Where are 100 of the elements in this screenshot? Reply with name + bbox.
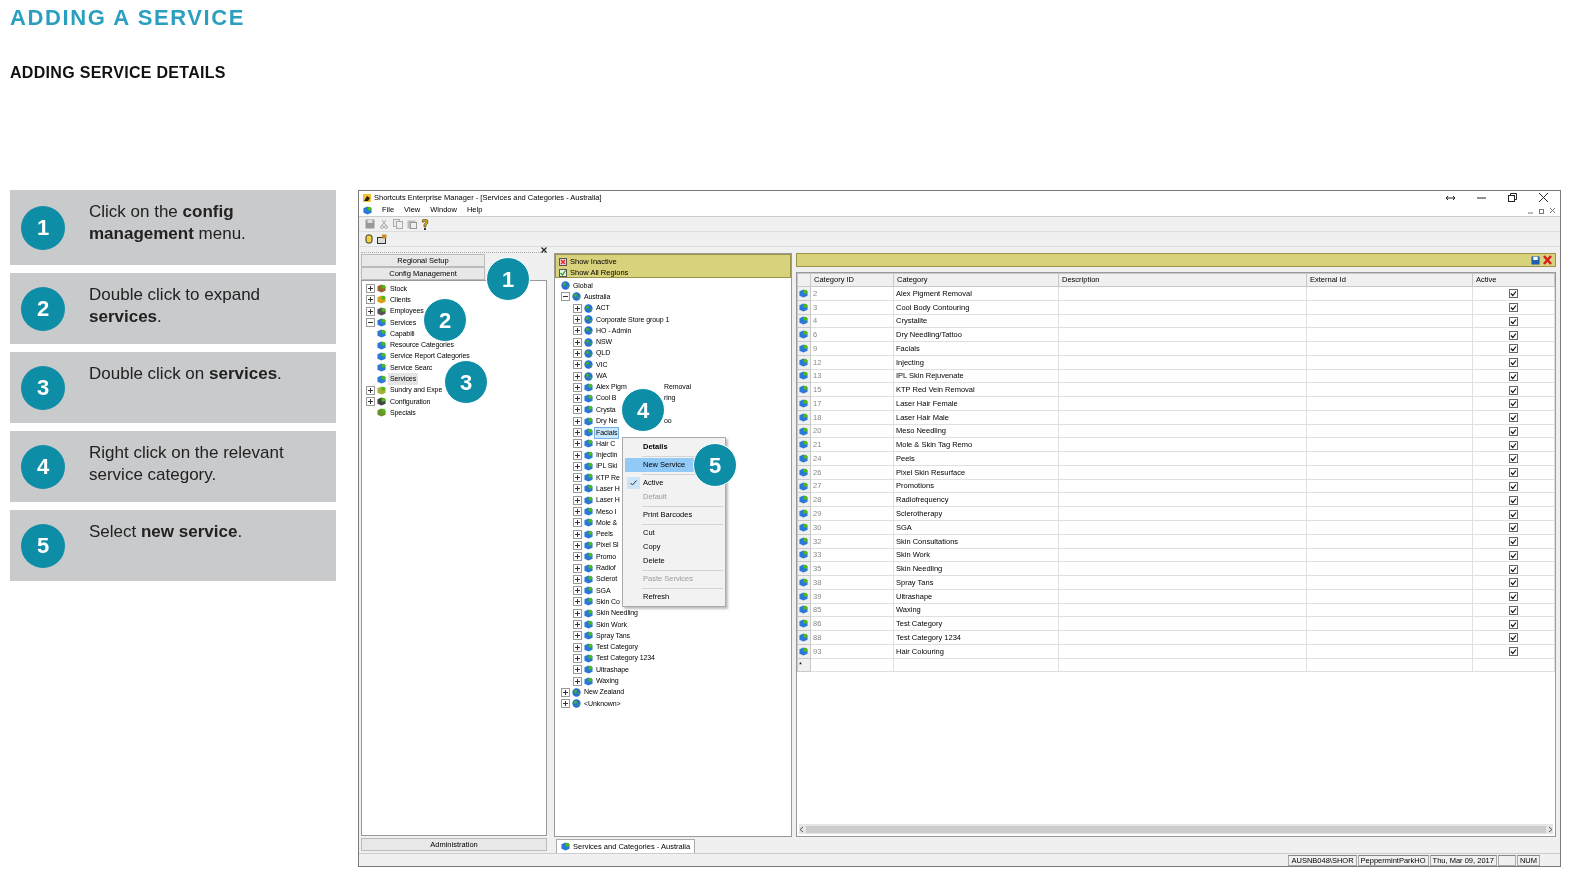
expand-icon[interactable]: [573, 552, 582, 562]
close-icon[interactable]: [1539, 193, 1548, 202]
expand-icon[interactable]: [573, 360, 582, 370]
cube-icon: [584, 574, 593, 584]
checkbox[interactable]: [1509, 413, 1518, 423]
expand-icon[interactable]: [573, 439, 582, 449]
cube-icon: [584, 552, 593, 562]
horizontal-scrollbar[interactable]: [799, 824, 1553, 834]
expand-icon[interactable]: [573, 484, 582, 494]
resize-icon[interactable]: [1446, 194, 1455, 201]
expand-icon[interactable]: [573, 642, 582, 652]
expand-icon[interactable]: [561, 699, 570, 709]
scroll-left-icon[interactable]: [799, 825, 804, 833]
expand-icon[interactable]: [573, 382, 582, 392]
expand-icon[interactable]: [573, 405, 582, 415]
expand-icon[interactable]: [366, 284, 375, 294]
checkbox[interactable]: [1509, 537, 1518, 547]
globe-icon: [584, 360, 593, 370]
expand-icon[interactable]: [573, 608, 582, 618]
expand-icon[interactable]: [573, 371, 582, 381]
expand-icon[interactable]: [573, 620, 582, 630]
cabinet-icon[interactable]: [377, 234, 387, 244]
expand-icon[interactable]: [573, 326, 582, 336]
save-icon[interactable]: [1531, 255, 1540, 265]
checkbox[interactable]: [1509, 426, 1518, 436]
expand-icon[interactable]: [573, 574, 582, 584]
expand-icon[interactable]: [573, 416, 582, 426]
scroll-thumb[interactable]: [806, 825, 1546, 833]
checkbox[interactable]: [1509, 399, 1518, 409]
checkbox[interactable]: [1509, 578, 1518, 588]
checkbox[interactable]: [1509, 564, 1518, 574]
expand-icon[interactable]: [561, 687, 570, 697]
checkbox[interactable]: [1509, 633, 1518, 643]
delete-icon[interactable]: [1543, 255, 1552, 265]
cube-icon: [584, 653, 593, 663]
checkbox[interactable]: [1509, 550, 1518, 560]
checkbox[interactable]: [1509, 344, 1518, 354]
expand-icon[interactable]: [366, 397, 375, 407]
expand-icon[interactable]: [366, 385, 375, 395]
cube-icon: [799, 577, 808, 587]
globe-icon: [572, 292, 581, 302]
cube-icon: [584, 473, 593, 483]
checkbox[interactable]: [1509, 440, 1518, 450]
expand-icon[interactable]: [366, 306, 375, 316]
expand-icon[interactable]: [573, 653, 582, 663]
expand-icon[interactable]: [573, 394, 582, 404]
expand-icon[interactable]: [573, 586, 582, 596]
expand-icon[interactable]: [573, 507, 582, 517]
cube-icon: [584, 382, 593, 392]
cube-icon: [584, 563, 593, 573]
globe-icon: [572, 687, 581, 697]
expand-icon[interactable]: [573, 518, 582, 528]
checkbox-icon[interactable]: [559, 268, 567, 277]
cylinder-icon[interactable]: [365, 234, 373, 244]
checkbox[interactable]: [1509, 482, 1518, 491]
expand-icon[interactable]: [366, 295, 375, 305]
checkbox[interactable]: [1509, 509, 1518, 519]
cube-icon: [584, 405, 593, 415]
globe-icon: [584, 337, 593, 347]
checkbox[interactable]: [1509, 523, 1518, 533]
checkbox[interactable]: [1509, 371, 1518, 381]
close-icon[interactable]: [541, 246, 547, 253]
checkbox[interactable]: [1509, 289, 1518, 299]
expand-icon[interactable]: [573, 461, 582, 471]
cube-icon: [377, 385, 386, 395]
expand-icon[interactable]: [573, 631, 582, 641]
expand-icon[interactable]: [573, 495, 582, 505]
expand-icon[interactable]: [573, 428, 582, 437]
expand-icon[interactable]: [573, 450, 582, 460]
expand-icon[interactable]: [573, 563, 582, 573]
checkbox[interactable]: [1509, 385, 1518, 395]
expand-icon[interactable]: [573, 348, 582, 358]
restore-icon[interactable]: [1508, 193, 1517, 202]
collapse-icon[interactable]: [366, 318, 375, 328]
checkbox[interactable]: [1509, 647, 1518, 657]
checkbox[interactable]: [1509, 468, 1518, 478]
expand-icon[interactable]: [573, 676, 582, 686]
checkbox[interactable]: [1509, 454, 1518, 464]
expand-icon[interactable]: [573, 665, 582, 675]
checkbox[interactable]: [1509, 303, 1518, 313]
expand-icon[interactable]: [573, 529, 582, 539]
expand-icon[interactable]: [573, 597, 582, 607]
expand-icon[interactable]: [573, 473, 582, 483]
checkbox[interactable]: [1509, 619, 1518, 629]
expand-icon[interactable]: [573, 315, 582, 325]
expand-icon[interactable]: [573, 303, 582, 313]
checkbox[interactable]: [1509, 358, 1518, 368]
help-icon[interactable]: [421, 218, 429, 230]
expand-icon[interactable]: [573, 337, 582, 347]
expand-icon[interactable]: [573, 540, 582, 550]
cube-icon: [584, 586, 593, 596]
checkbox[interactable]: [1509, 592, 1518, 602]
cube-icon: [584, 416, 593, 426]
checkbox[interactable]: [1509, 605, 1518, 615]
collapse-icon[interactable]: [561, 292, 570, 302]
checkbox-icon[interactable]: [559, 257, 567, 266]
checkbox[interactable]: [1509, 330, 1518, 340]
scroll-right-icon[interactable]: [1548, 825, 1553, 833]
checkbox[interactable]: [1509, 495, 1518, 505]
checkbox[interactable]: [1509, 316, 1518, 326]
